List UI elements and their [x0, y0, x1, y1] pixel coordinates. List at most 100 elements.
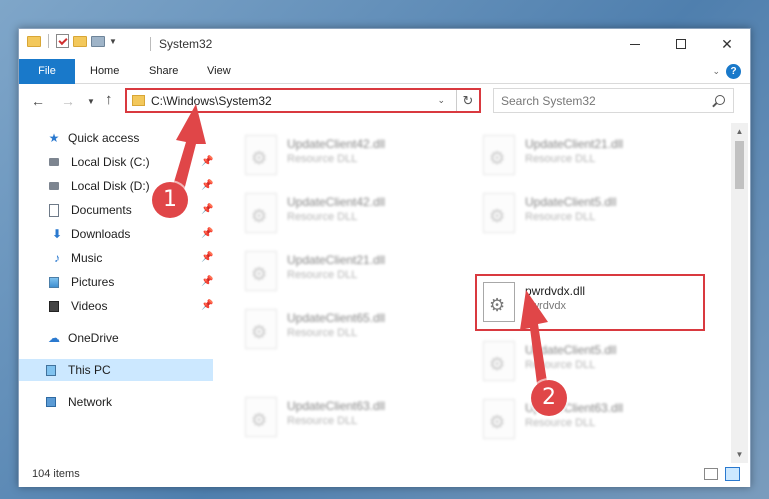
sidebar-item-local-disk-c[interactable]: Local Disk (C:) 📌	[19, 151, 213, 173]
folder-icon	[27, 35, 41, 47]
window-title: System32	[159, 37, 213, 51]
address-path[interactable]: C:\Windows\System32	[151, 94, 272, 108]
file-item[interactable]: ⚙ UpdateClient42.dll Resource DLL	[239, 187, 459, 239]
file-item[interactable]: ⚙ UpdateClient65.dll Resource DLL	[239, 303, 459, 355]
quick-access-toolbar: ▼	[27, 34, 117, 48]
search-box[interactable]: Search System32	[493, 88, 734, 113]
disk-icon	[49, 182, 59, 190]
network-icon	[46, 397, 56, 407]
file-name: UpdateClient42.dll	[287, 195, 386, 209]
sidebar-item-label: OneDrive	[68, 331, 119, 345]
pin-icon[interactable]: 📌	[201, 228, 213, 239]
file-item[interactable]: ⚙ UpdateClient21.dll Resource DLL	[239, 245, 459, 297]
pin-icon[interactable]: 📌	[201, 300, 213, 311]
search-placeholder[interactable]: Search System32	[501, 94, 596, 108]
vertical-scrollbar[interactable]: ▲ ▼	[731, 123, 748, 463]
pin-icon[interactable]: 📌	[201, 156, 213, 167]
dll-file-icon: ⚙	[483, 135, 515, 175]
file-name: UpdateClient5.dll	[525, 195, 617, 209]
toolbar-divider	[48, 34, 49, 48]
close-button[interactable]: ✕	[704, 29, 750, 59]
sidebar-item-music[interactable]: ♪ Music 📌	[19, 247, 213, 269]
pin-icon[interactable]: 📌	[201, 204, 213, 215]
pin-icon[interactable]: 📌	[201, 252, 213, 263]
file-item[interactable]: ⚙ UpdateClient5.dll Resource DLL	[477, 335, 697, 387]
minimize-button[interactable]	[612, 29, 658, 59]
gear-icon: ⚙	[251, 264, 268, 284]
file-name: UpdateClient21.dll	[287, 253, 386, 267]
sidebar-item-downloads[interactable]: ⬇ Downloads 📌	[19, 223, 213, 245]
dll-file-icon: ⚙	[245, 251, 277, 291]
sidebar-item-label: Quick access	[68, 131, 140, 145]
recent-locations-icon[interactable]: ▼	[87, 97, 95, 106]
tab-file[interactable]: File	[19, 59, 75, 84]
scroll-up-icon[interactable]: ▲	[731, 123, 748, 140]
file-type: Resource DLL	[287, 327, 358, 339]
forward-arrow-icon[interactable]: →	[61, 93, 75, 109]
sidebar-item-pictures[interactable]: Pictures 📌	[19, 271, 213, 293]
large-icons-view-icon[interactable]	[725, 467, 740, 481]
pin-icon[interactable]: 📌	[201, 276, 213, 287]
details-view-icon[interactable]	[704, 468, 718, 480]
new-folder-icon[interactable]	[73, 35, 87, 47]
documents-icon	[49, 203, 59, 217]
dll-file-icon: ⚙	[245, 135, 277, 175]
customize-caret-icon[interactable]: ▼	[109, 37, 117, 46]
tab-view[interactable]: View	[207, 59, 231, 84]
refresh-icon[interactable]: ↻	[456, 90, 479, 111]
navigation-pane: ★ Quick access Local Disk (C:) 📌 Local D…	[19, 123, 213, 463]
sidebar-item-label: Local Disk (C:)	[71, 155, 150, 169]
search-icon	[715, 95, 725, 105]
dll-file-icon: ⚙	[245, 193, 277, 233]
file-name: UpdateClient42.dll	[287, 137, 386, 151]
item-count: 104 items	[32, 468, 80, 480]
file-name: UpdateClient65.dll	[287, 311, 386, 325]
file-item[interactable]: ⚙ UpdateClient5.dll Resource DLL	[477, 187, 697, 239]
sidebar-item-network[interactable]: Network	[19, 391, 213, 413]
cloud-icon: ☁	[48, 331, 60, 345]
file-type: Resource DLL	[287, 269, 358, 281]
scroll-down-icon[interactable]: ▼	[731, 446, 748, 463]
sidebar-item-label: Network	[68, 395, 113, 409]
file-item[interactable]: ⚙ UpdateClient63.dll Resource DLL	[477, 393, 697, 445]
file-type: Resource DLL	[287, 153, 358, 165]
tab-home[interactable]: Home	[90, 59, 119, 84]
file-item[interactable]: ⚙ UpdateClient42.dll Resource DLL	[239, 129, 459, 181]
computer-icon	[46, 364, 56, 376]
back-arrow-icon[interactable]: ←	[31, 93, 45, 109]
scroll-thumb[interactable]	[735, 141, 744, 189]
address-bar[interactable]: C:\Windows\System32 ⌄ ↻	[125, 88, 481, 113]
title-bar: ▼ System32 ✕	[19, 29, 750, 59]
star-icon: ★	[48, 131, 60, 145]
sidebar-item-label: Documents	[71, 203, 132, 217]
download-icon: ⬇	[51, 227, 63, 241]
pin-icon[interactable]: 📌	[201, 180, 213, 191]
videos-icon	[49, 300, 59, 312]
properties-icon[interactable]	[56, 34, 69, 48]
dll-file-icon: ⚙	[245, 397, 277, 437]
tab-share[interactable]: Share	[149, 59, 178, 84]
sidebar-item-this-pc[interactable]: This PC	[19, 359, 213, 381]
explorer-window: ▼ System32 ✕ File Home Share View ⌄ ? ← …	[18, 28, 751, 487]
sidebar-item-onedrive[interactable]: ☁ OneDrive	[19, 327, 213, 349]
sidebar-item-videos[interactable]: Videos 📌	[19, 295, 213, 317]
file-item[interactable]: ⚙ UpdateClient21.dll Resource DLL	[477, 129, 697, 181]
file-type: Resource DLL	[525, 417, 596, 429]
help-icon[interactable]: ?	[726, 64, 741, 79]
address-dropdown-icon[interactable]: ⌄	[437, 95, 445, 106]
sidebar-item-quick-access[interactable]: ★ Quick access	[19, 127, 213, 149]
up-arrow-icon[interactable]: ↑	[105, 91, 113, 108]
title-divider	[150, 37, 151, 51]
maximize-icon	[676, 39, 686, 49]
dll-file-icon: ⚙	[483, 399, 515, 439]
file-type: Resource DLL	[525, 359, 596, 371]
highlight-box	[475, 274, 705, 331]
file-type: Resource DLL	[287, 415, 358, 427]
dll-file-icon: ⚙	[483, 193, 515, 233]
file-type: Resource DLL	[525, 153, 596, 165]
navigation-bar: ← → ▼ ↑ C:\Windows\System32 ⌄ ↻ Search S…	[19, 85, 750, 116]
file-item[interactable]: ⚙ UpdateClient63.dll Resource DLL	[239, 391, 459, 443]
expand-ribbon-icon[interactable]: ⌄	[712, 66, 720, 77]
customize-view-icon[interactable]	[91, 35, 105, 47]
maximize-button[interactable]	[658, 29, 704, 59]
